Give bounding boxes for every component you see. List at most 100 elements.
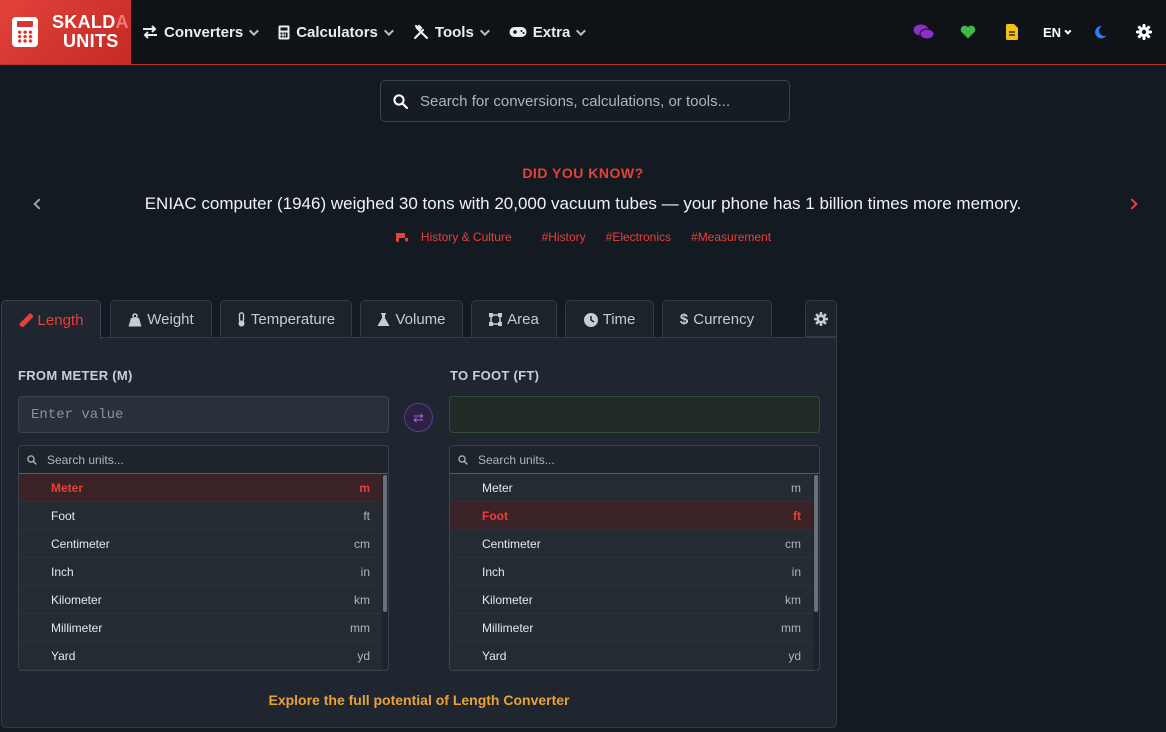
unit-name: Millimeter xyxy=(51,620,103,635)
from-unit-search-input[interactable] xyxy=(47,452,367,467)
unit-abbreviation: km xyxy=(785,592,801,607)
fact-tag-measurement[interactable]: #Measurement xyxy=(691,230,771,244)
search-icon xyxy=(458,454,468,465)
unit-abbreviation: yd xyxy=(788,648,801,663)
from-unit-row[interactable]: Foot ft xyxy=(19,502,382,530)
did-you-know-fact: ENIAC computer (1946) weighed 30 tons wi… xyxy=(144,194,1022,213)
swap-icon: ⇄ xyxy=(413,409,424,425)
fact-tag-category[interactable]: History & Culture xyxy=(395,230,522,244)
unit-abbreviation: m xyxy=(791,480,801,495)
from-unit-row[interactable]: Inch in xyxy=(19,558,382,586)
scroll-icon xyxy=(395,233,408,242)
from-value-input[interactable] xyxy=(18,396,389,433)
logo-text-line1: SKALD xyxy=(52,12,116,32)
tab-volume[interactable]: Volume xyxy=(360,300,463,338)
search-icon xyxy=(393,93,408,109)
search-input[interactable] xyxy=(420,92,780,110)
theme-toggle[interactable] xyxy=(1078,25,1122,39)
gamepad-icon xyxy=(509,27,527,37)
to-unit-search-input[interactable] xyxy=(478,452,798,467)
tab-time-label: Time xyxy=(602,311,636,328)
logo[interactable]: SKALDA UNITS xyxy=(0,0,131,64)
to-value-output[interactable] xyxy=(449,396,820,433)
logo-text-line2: UNITS xyxy=(63,31,119,51)
to-unit-rows: Meter m Foot ft Centimeter cm Inch in Kilometer k… xyxy=(450,474,819,670)
to-unit-row[interactable]: Kilometer km xyxy=(450,586,813,614)
to-unit-row[interactable]: Meter m xyxy=(450,474,813,502)
to-unit-label: TO FOOT (FT) xyxy=(450,368,540,383)
unit-name: Centimeter xyxy=(482,536,541,551)
unit-abbreviation: km xyxy=(354,592,370,607)
to-unit-row[interactable]: Millimeter mm xyxy=(450,614,813,642)
header-actions: EN xyxy=(902,0,1166,64)
unit-name: Centimeter xyxy=(51,536,110,551)
unit-name: Inch xyxy=(51,564,74,579)
to-unit-row[interactable]: Centimeter cm xyxy=(450,530,813,558)
nav-tools[interactable]: Tools xyxy=(413,23,490,41)
unit-name: Meter xyxy=(51,480,84,495)
to-list-scrollbar[interactable] xyxy=(814,475,818,612)
converter-settings-button[interactable] xyxy=(805,300,837,337)
unit-name: Millimeter xyxy=(482,620,534,635)
tab-currency-label: Currency xyxy=(693,311,755,328)
clock-icon xyxy=(583,312,598,327)
unit-abbreviation: cm xyxy=(785,536,801,551)
chevron-down-icon xyxy=(479,25,490,36)
fact-tag-electronics[interactable]: #Electronics xyxy=(606,230,671,244)
unit-abbreviation: ft xyxy=(793,508,801,523)
unit-abbreviation: cm xyxy=(354,536,370,551)
unit-name: Foot xyxy=(482,508,508,523)
unit-abbreviation: in xyxy=(791,564,801,579)
chevron-down-icon xyxy=(249,25,260,36)
nav-calculators[interactable]: Calculators xyxy=(278,24,394,41)
tab-weight[interactable]: Weight xyxy=(110,300,212,338)
from-unit-row[interactable]: Kilometer km xyxy=(19,586,382,614)
from-unit-row[interactable]: Yard yd xyxy=(19,642,382,670)
notes-button[interactable] xyxy=(990,24,1034,40)
calculator-icon xyxy=(278,25,290,39)
favorites-button[interactable] xyxy=(946,25,990,39)
nav-tools-label: Tools xyxy=(434,23,474,41)
ruler-icon xyxy=(18,313,33,327)
from-unit-row[interactable]: Meter m xyxy=(19,474,382,502)
unit-abbreviation: in xyxy=(360,564,370,579)
chevron-down-icon xyxy=(1064,27,1072,35)
from-unit-rows: Meter m Foot ft Centimeter cm Inch in Kilometer k… xyxy=(19,474,388,670)
gear-icon xyxy=(814,311,828,326)
arrows-swap-icon xyxy=(143,25,157,39)
from-unit-row[interactable]: Centimeter cm xyxy=(19,530,382,558)
did-you-know-title: DID YOU KNOW? xyxy=(522,165,644,181)
nav-converters[interactable]: Converters xyxy=(142,24,260,41)
chat-button[interactable] xyxy=(902,24,946,40)
unit-abbreviation: ft xyxy=(363,508,370,523)
unit-name: Yard xyxy=(482,648,507,663)
calculator-logo-icon xyxy=(12,17,38,47)
tab-length[interactable]: Length xyxy=(1,300,101,339)
language-label: EN xyxy=(1042,24,1062,40)
from-list-scrollbar[interactable] xyxy=(383,475,387,612)
language-select[interactable]: EN xyxy=(1034,25,1078,40)
settings-button[interactable] xyxy=(1122,24,1166,40)
tab-temperature[interactable]: Temperature xyxy=(220,300,352,338)
unit-name: Yard xyxy=(51,648,76,663)
fact-tag-history[interactable]: #History xyxy=(542,230,586,244)
unit-abbreviation: mm xyxy=(350,620,370,635)
nav-extra[interactable]: Extra xyxy=(509,24,587,41)
chevron-down-icon xyxy=(383,25,394,36)
tab-area[interactable]: Area xyxy=(471,300,557,338)
to-unit-row[interactable]: Inch in xyxy=(450,558,813,586)
to-unit-row[interactable]: Foot ft xyxy=(450,502,813,530)
next-fact-button[interactable] xyxy=(1126,196,1142,214)
tab-time[interactable]: Time xyxy=(565,300,654,338)
tab-length-label: Length xyxy=(37,311,84,329)
to-unit-row[interactable]: Yard yd xyxy=(450,642,813,670)
explore-converter-link[interactable]: Explore the full potential of Length Con… xyxy=(0,692,838,708)
area-icon xyxy=(489,313,503,326)
heart-icon xyxy=(960,25,976,39)
tab-currency[interactable]: $ Currency xyxy=(662,300,772,338)
swap-units-button[interactable]: ⇄ xyxy=(404,403,433,432)
unit-name: Inch xyxy=(482,564,505,579)
moon-icon xyxy=(1095,25,1107,39)
search-icon xyxy=(27,454,37,465)
from-unit-row[interactable]: Millimeter mm xyxy=(19,614,382,642)
